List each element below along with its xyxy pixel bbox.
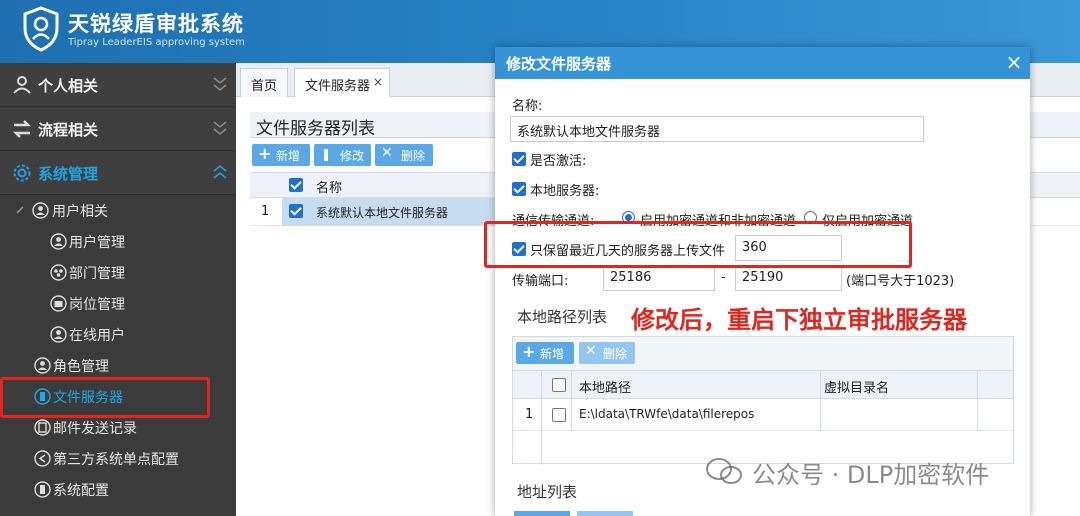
plus-icon: + [522, 342, 536, 361]
highlight-box-keep-days [484, 221, 912, 268]
tab-file-server[interactable]: 文件服务器 × [294, 68, 390, 97]
user-circle-icon [50, 233, 67, 250]
share-icon [34, 450, 51, 467]
tree-label: 岗位管理 [69, 297, 125, 313]
dialog-header: 修改文件服务器 × [495, 47, 1030, 79]
local-paths-title: 本地路径列表 [517, 308, 608, 326]
chevron-double-down-icon [213, 77, 227, 92]
edit-icon [324, 149, 328, 161]
sidebar-section-personal[interactable]: 个人相关 [0, 63, 236, 107]
dialog-title: 修改文件服务器 [506, 55, 612, 73]
button-label: 修改 [340, 149, 365, 163]
port-hint: (端口号大于1023) [846, 274, 955, 289]
port-separator: - [721, 270, 726, 285]
path-delete-button[interactable]: ✕ 删除 [579, 342, 635, 364]
tree-label: 用户相关 [52, 204, 108, 220]
row-checkbox[interactable] [289, 204, 303, 218]
config-icon [34, 481, 51, 498]
button-label: 新增 [276, 149, 301, 163]
sidebar-section-process[interactable]: 流程相关 [0, 107, 236, 151]
table-row[interactable]: 1 E:\ldata\TRWfe\data\filerepos [513, 399, 1013, 431]
button-label: 删除 [603, 347, 628, 361]
column-header-name: 名称 [316, 181, 343, 196]
tab-label: 首页 [251, 79, 278, 94]
name-input[interactable]: 系统默认本地文件服务器 [510, 116, 924, 142]
local-paths-table: + 新增 ✕ 删除 本地路径 虚拟目录名 1 E:\ldata\TRWfe\da… [512, 336, 1014, 465]
list-title: 文件服务器列表 [256, 119, 375, 139]
row-path: E:\ldata\TRWfe\data\filerepos [579, 407, 755, 421]
annotation-text: 修改后，重启下独立审批服务器 [631, 306, 967, 334]
tree-expand-icon [16, 206, 24, 214]
tab-home[interactable]: 首页 [240, 68, 288, 97]
edit-button[interactable]: 修改 [314, 144, 371, 166]
local-server-checkbox[interactable] [512, 182, 526, 196]
post-icon [50, 295, 67, 312]
close-icon[interactable]: × [1002, 51, 1026, 75]
gear-icon [13, 164, 31, 182]
chevron-double-down-icon [213, 121, 227, 136]
local-paths-header: 本地路径 虚拟目录名 [513, 371, 1013, 399]
plus-icon: + [258, 144, 272, 163]
address-list-title: 地址列表 [517, 483, 578, 501]
col-divider [977, 371, 978, 431]
delete-x-icon: ✕ [381, 145, 393, 161]
sidebar: 个人相关 流程相关 系统管理 用户相关 用户管理 部门管理 岗位管理 在线用户 … [0, 63, 236, 516]
sidebar-section-label: 系统管理 [38, 165, 99, 183]
add-button[interactable]: + 新增 [252, 144, 310, 166]
port-to-input[interactable]: 25190 [735, 265, 842, 291]
delete-button[interactable]: ✕ 删除 [375, 144, 433, 166]
column-header-path: 本地路径 [579, 381, 632, 396]
button-label: 新增 [540, 347, 565, 361]
row-checkbox[interactable] [552, 408, 566, 422]
address-delete-button[interactable] [577, 511, 633, 516]
column-header-virtual: 虚拟目录名 [824, 381, 890, 396]
active-label: 是否激活: [530, 154, 587, 169]
process-icon [13, 120, 31, 138]
select-all-checkbox[interactable] [289, 178, 303, 192]
port-label: 传输端口: [512, 274, 569, 289]
local-server-label: 本地服务器: [530, 184, 600, 199]
tab-label: 文件服务器 [305, 79, 371, 94]
port-from-input[interactable]: 25186 [603, 265, 715, 291]
sidebar-section-label: 流程相关 [38, 121, 99, 139]
tree-label: 邮件发送记录 [53, 421, 137, 437]
app-subtitle: Tipray LeaderEIS approving system [68, 37, 245, 48]
active-checkbox[interactable] [512, 152, 526, 166]
tree-label: 角色管理 [53, 359, 109, 375]
row-index: 1 [261, 204, 270, 219]
path-select-all-checkbox[interactable] [552, 378, 566, 392]
path-add-button[interactable]: + 新增 [516, 342, 574, 364]
sidebar-section-system[interactable]: 系统管理 [0, 151, 236, 195]
tree-label: 系统配置 [53, 483, 109, 499]
online-user-icon [50, 326, 67, 343]
sidebar-section-label: 个人相关 [38, 77, 99, 95]
mail-log-icon [34, 419, 51, 436]
chevron-double-up-icon [213, 164, 227, 179]
tree-label: 在线用户 [69, 328, 125, 344]
col-divider [571, 371, 572, 431]
tree-label: 第三方系统单点配置 [53, 452, 179, 468]
button-label: 删除 [401, 149, 426, 163]
user-icon [13, 76, 31, 94]
row-name: 系统默认本地文件服务器 [316, 206, 449, 220]
app-title: 天锐绿盾审批系统 [68, 12, 244, 36]
address-add-button[interactable] [514, 511, 570, 516]
department-icon [50, 264, 67, 281]
row-index: 1 [525, 407, 534, 422]
delete-x-icon: ✕ [585, 343, 597, 359]
role-icon [34, 357, 51, 374]
watermark-text: 公众号 · DLP加密软件 [752, 461, 990, 489]
tree-label: 用户管理 [69, 235, 125, 251]
col-divider [541, 371, 542, 465]
wechat-icon [706, 458, 742, 484]
col-divider [820, 371, 821, 431]
name-label: 名称: [512, 99, 543, 114]
highlight-box-file-server [0, 377, 210, 418]
tab-close-icon[interactable]: × [373, 75, 383, 89]
users-group-icon [32, 202, 49, 219]
tree-label: 部门管理 [69, 266, 125, 282]
shield-logo-icon [23, 6, 59, 52]
